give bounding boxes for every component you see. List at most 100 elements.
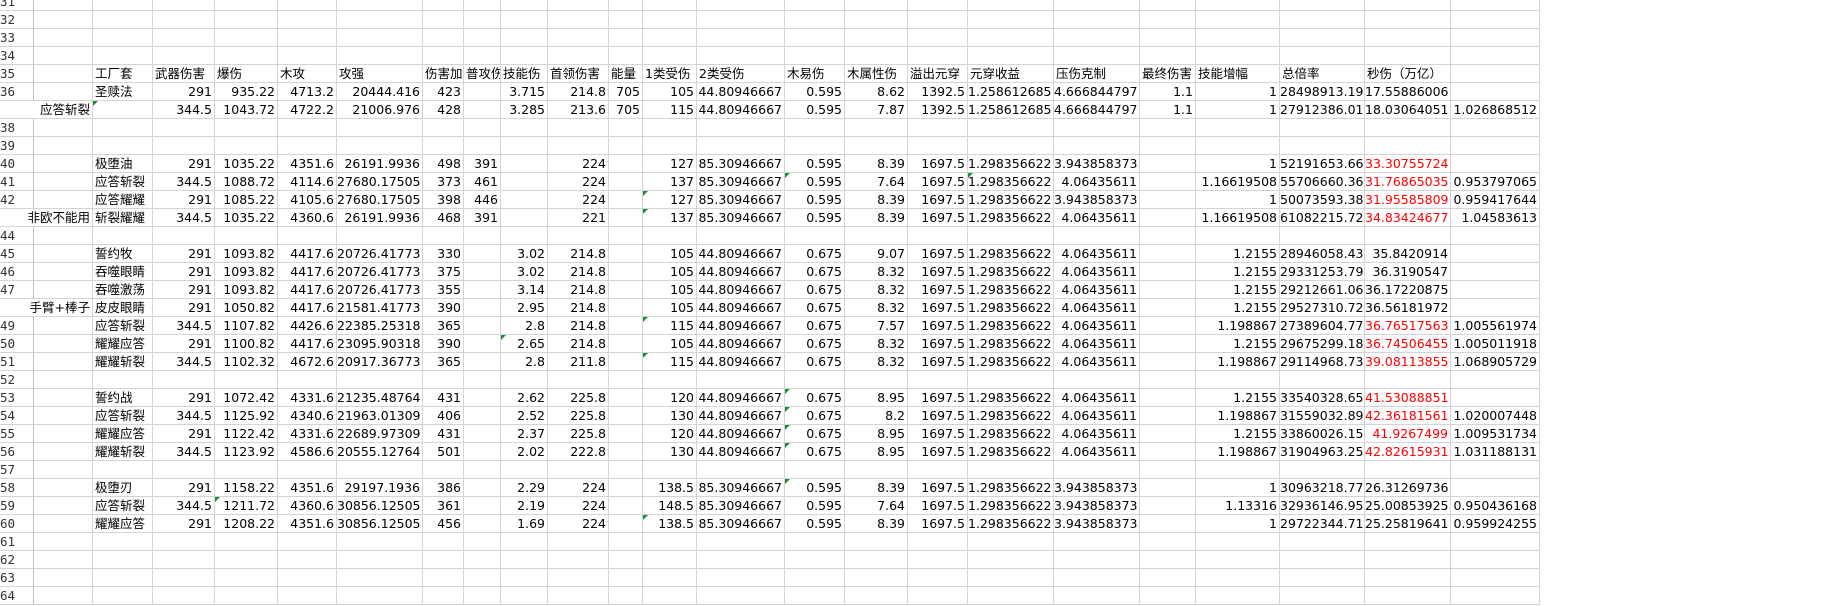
grid-cell[interactable] bbox=[968, 533, 1054, 551]
grid-cell[interactable]: 0.595 bbox=[785, 191, 845, 209]
grid-cell[interactable] bbox=[278, 533, 337, 551]
column-header-cell[interactable]: 1类受伤 bbox=[643, 65, 697, 83]
grid-cell[interactable]: 44.80946667 bbox=[697, 389, 785, 407]
grid-cell[interactable]: 30963218.77 bbox=[1280, 479, 1365, 497]
grid-cell[interactable] bbox=[1054, 137, 1140, 155]
grid-cell[interactable]: 214.8 bbox=[548, 83, 609, 101]
row-header[interactable]: 56 bbox=[0, 443, 34, 461]
grid-cell[interactable] bbox=[609, 569, 643, 587]
grid-cell[interactable]: 36.56181972 bbox=[1365, 299, 1451, 317]
grid-cell[interactable] bbox=[845, 137, 908, 155]
grid-cell[interactable] bbox=[609, 281, 643, 299]
column-header-cell[interactable]: 最终伤害 bbox=[1140, 65, 1196, 83]
grid-cell[interactable] bbox=[1280, 137, 1365, 155]
grid-cell[interactable]: 8.39 bbox=[845, 191, 908, 209]
grid-cell[interactable] bbox=[501, 587, 548, 605]
grid-cell[interactable] bbox=[548, 11, 609, 29]
grid-cell[interactable]: 3.943858373 bbox=[1054, 497, 1140, 515]
grid-cell[interactable]: 29675299.18 bbox=[1280, 335, 1365, 353]
row-header[interactable]: 34 bbox=[0, 47, 34, 65]
grid-cell[interactable] bbox=[1365, 551, 1451, 569]
grid-cell[interactable]: 50073593.38 bbox=[1280, 191, 1365, 209]
grid-cell[interactable]: 26191.9936 bbox=[337, 209, 423, 227]
grid-cell[interactable]: 52191653.66 bbox=[1280, 155, 1365, 173]
grid-cell[interactable]: 耀耀斩裂 bbox=[93, 443, 153, 461]
grid-cell[interactable] bbox=[845, 587, 908, 605]
grid-cell[interactable] bbox=[845, 29, 908, 47]
grid-cell[interactable]: 1.198867 bbox=[1196, 317, 1280, 335]
grid-cell[interactable]: 0.675 bbox=[785, 281, 845, 299]
grid-cell[interactable] bbox=[1451, 245, 1540, 263]
grid-cell[interactable] bbox=[908, 227, 968, 245]
grid-cell[interactable] bbox=[968, 29, 1054, 47]
row-header[interactable]: 38 bbox=[0, 119, 34, 137]
grid-cell[interactable]: 27912386.01 bbox=[1280, 101, 1365, 119]
row-header[interactable]: 64 bbox=[0, 587, 34, 605]
group-label-cell[interactable]: 手臂+棒子 bbox=[0, 299, 93, 317]
grid-cell[interactable]: 224 bbox=[548, 173, 609, 191]
grid-cell[interactable]: 1.298356622 bbox=[968, 299, 1054, 317]
grid-cell[interactable] bbox=[423, 0, 464, 11]
grid-cell[interactable]: 4.06435611 bbox=[1054, 353, 1140, 371]
grid-cell[interactable] bbox=[609, 299, 643, 317]
grid-cell[interactable] bbox=[609, 587, 643, 605]
grid-cell[interactable]: 8.39 bbox=[845, 209, 908, 227]
grid-cell[interactable] bbox=[215, 461, 278, 479]
grid-cell[interactable] bbox=[153, 551, 215, 569]
grid-cell[interactable]: 31904963.25 bbox=[1280, 443, 1365, 461]
grid-cell[interactable] bbox=[423, 461, 464, 479]
grid-cell[interactable] bbox=[278, 11, 337, 29]
grid-cell[interactable] bbox=[609, 425, 643, 443]
grid-cell[interactable]: 誓约战 bbox=[93, 389, 153, 407]
grid-cell[interactable] bbox=[1054, 11, 1140, 29]
grid-cell[interactable]: 1.298356622 bbox=[968, 407, 1054, 425]
grid-cell[interactable]: 291 bbox=[153, 191, 215, 209]
grid-cell[interactable] bbox=[609, 0, 643, 11]
grid-cell[interactable] bbox=[1451, 227, 1540, 245]
grid-cell[interactable] bbox=[34, 245, 93, 263]
grid-cell[interactable] bbox=[785, 29, 845, 47]
grid-cell[interactable] bbox=[697, 0, 785, 11]
grid-cell[interactable]: 1.298356622 bbox=[968, 281, 1054, 299]
grid-cell[interactable]: 0.675 bbox=[785, 407, 845, 425]
grid-cell[interactable]: 斩裂耀耀 bbox=[93, 209, 153, 227]
grid-cell[interactable] bbox=[908, 137, 968, 155]
grid-cell[interactable] bbox=[643, 11, 697, 29]
grid-cell[interactable]: 1.298356622 bbox=[968, 209, 1054, 227]
grid-cell[interactable]: 29722344.71 bbox=[1280, 515, 1365, 533]
grid-cell[interactable] bbox=[34, 353, 93, 371]
grid-cell[interactable]: 705 bbox=[609, 101, 643, 119]
grid-cell[interactable]: 4417.6 bbox=[278, 263, 337, 281]
grid-cell[interactable]: 1158.22 bbox=[215, 479, 278, 497]
grid-cell[interactable] bbox=[1365, 227, 1451, 245]
grid-cell[interactable] bbox=[643, 0, 697, 11]
grid-cell[interactable]: 1 bbox=[1196, 515, 1280, 533]
grid-cell[interactable] bbox=[501, 173, 548, 191]
grid-cell[interactable]: 214.8 bbox=[548, 335, 609, 353]
grid-cell[interactable]: 1.005011918 bbox=[1451, 335, 1540, 353]
row-header[interactable]: 49 bbox=[0, 317, 34, 335]
grid-cell[interactable]: 1697.5 bbox=[908, 317, 968, 335]
grid-cell[interactable]: 4.06435611 bbox=[1054, 173, 1140, 191]
grid-cell[interactable] bbox=[785, 227, 845, 245]
grid-cell[interactable]: 36.3190547 bbox=[1365, 263, 1451, 281]
grid-cell[interactable] bbox=[785, 587, 845, 605]
grid-cell[interactable]: 1697.5 bbox=[908, 173, 968, 191]
grid-cell[interactable]: 498 bbox=[423, 155, 464, 173]
grid-cell[interactable]: 1100.82 bbox=[215, 335, 278, 353]
grid-cell[interactable] bbox=[464, 443, 501, 461]
grid-cell[interactable]: 33.30755724 bbox=[1365, 155, 1451, 173]
grid-cell[interactable]: 130 bbox=[643, 443, 697, 461]
grid-cell[interactable] bbox=[643, 569, 697, 587]
grid-cell[interactable]: 4.06435611 bbox=[1054, 263, 1140, 281]
grid-cell[interactable] bbox=[845, 11, 908, 29]
grid-cell[interactable] bbox=[1451, 0, 1540, 11]
grid-cell[interactable]: 137 bbox=[643, 209, 697, 227]
grid-cell[interactable]: 44.80946667 bbox=[697, 101, 785, 119]
grid-cell[interactable]: 3.943858373 bbox=[1054, 155, 1140, 173]
grid-cell[interactable]: 501 bbox=[423, 443, 464, 461]
grid-cell[interactable]: 44.80946667 bbox=[697, 83, 785, 101]
grid-cell[interactable]: 2.95 bbox=[501, 299, 548, 317]
grid-cell[interactable] bbox=[1365, 11, 1451, 29]
grid-cell[interactable] bbox=[1365, 533, 1451, 551]
